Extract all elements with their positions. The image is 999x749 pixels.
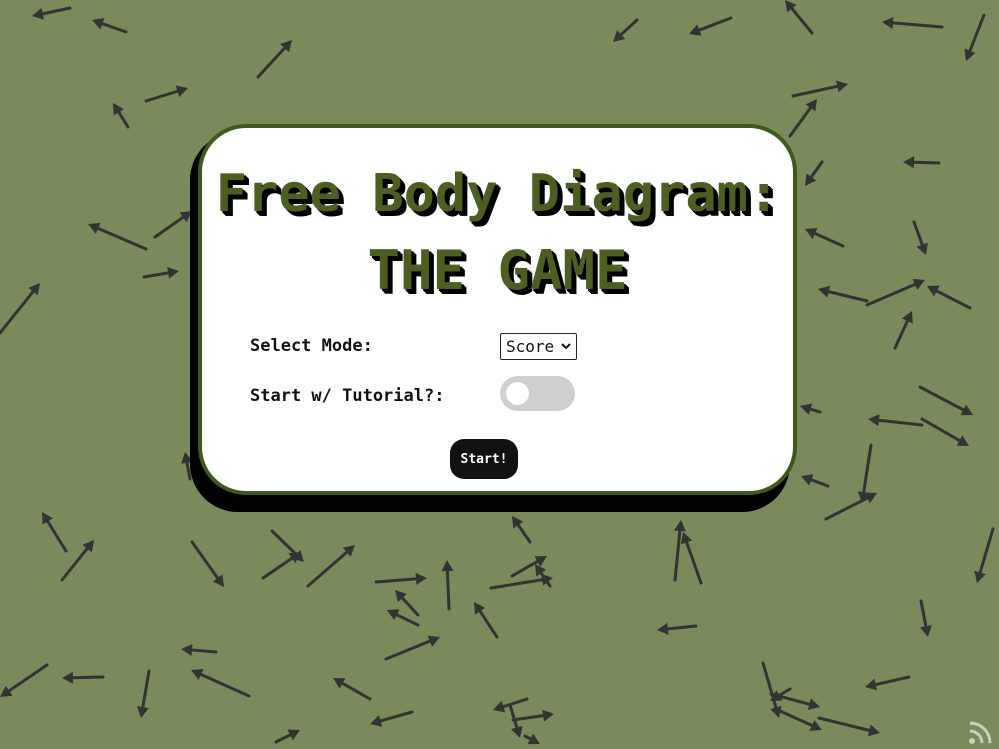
mode-label: Select Mode: <box>250 336 373 356</box>
mode-select-value: Score <box>506 337 555 356</box>
toggle-knob <box>506 382 529 405</box>
tutorial-toggle[interactable] <box>500 376 575 411</box>
chevron-down-icon <box>561 343 571 350</box>
mode-select[interactable]: Score <box>500 333 577 360</box>
rss-feed-icon <box>969 721 992 744</box>
start-button[interactable]: Start! <box>450 439 518 479</box>
main-menu-card: Free Body Diagram: THE GAME Select Mode:… <box>198 124 797 495</box>
game-title-line-1: Free Body Diagram: <box>215 164 780 224</box>
game-title-line-2: THE GAME <box>367 239 628 302</box>
tutorial-label: Start w/ Tutorial?: <box>250 386 445 406</box>
